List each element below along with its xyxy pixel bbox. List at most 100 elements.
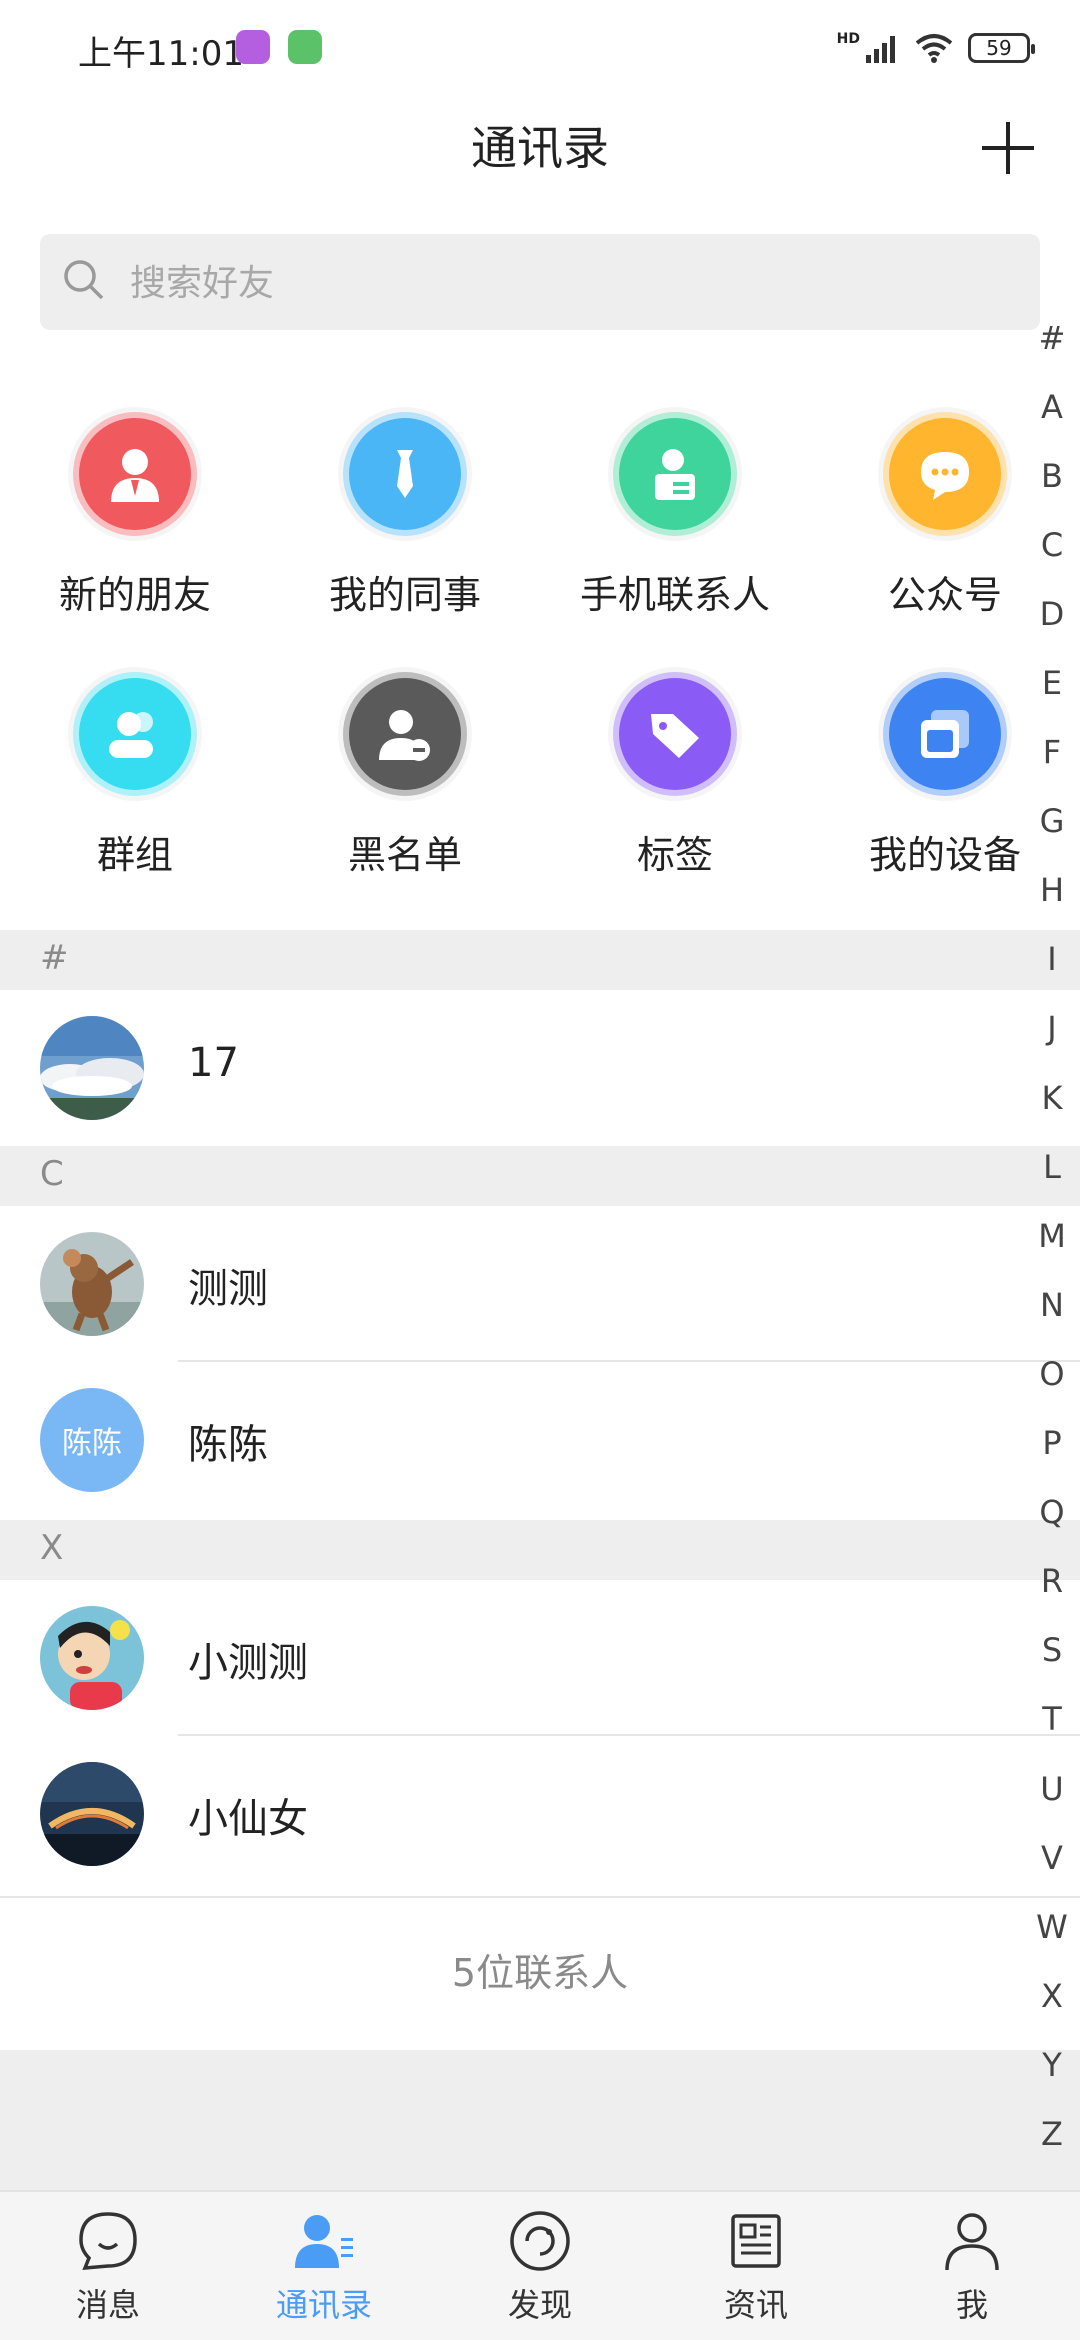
index-letter[interactable]: T <box>1030 1685 1074 1754</box>
nav-contacts[interactable]: 通讯录 <box>216 2192 432 2340</box>
section-header: C <box>0 1146 1080 1206</box>
contact-name: 小仙女 <box>188 1796 308 1842</box>
index-letter[interactable]: U <box>1030 1754 1074 1823</box>
contact-count: 5位联系人 <box>451 1951 629 1995</box>
colleague-icon <box>343 412 467 536</box>
nav-label: 消息 <box>75 2286 140 2324</box>
contact-row[interactable]: 小仙女 <box>0 1736 1080 1892</box>
status-time: 上午11:01 <box>78 34 244 74</box>
battery-level: 59 <box>986 36 1012 60</box>
hd-label: HD <box>836 31 860 47</box>
nav-discover[interactable]: 发现 <box>432 2192 648 2340</box>
index-letter[interactable]: I <box>1030 925 1074 994</box>
feature-label: 公众号 <box>887 573 1002 617</box>
nav-label: 发现 <box>507 2286 572 2324</box>
new-friends-entry[interactable]: 新的朋友 <box>0 412 270 652</box>
wifi-icon <box>915 34 953 63</box>
feature-label: 黑名单 <box>347 833 462 877</box>
feature-label: 标签 <box>636 833 713 877</box>
contact-name: 测测 <box>188 1266 268 1312</box>
contact-name: 小测测 <box>188 1640 308 1686</box>
avatar <box>40 1606 144 1710</box>
contact-row[interactable]: 小测测 <box>0 1580 1080 1736</box>
index-letter[interactable]: V <box>1030 1823 1074 1892</box>
signal-icon <box>866 36 895 63</box>
avatar <box>40 1016 144 1120</box>
section-letter: C <box>40 1154 64 1194</box>
android-notification-icon <box>288 30 322 64</box>
tags-entry[interactable]: 标签 <box>540 672 810 912</box>
nav-news[interactable]: 资讯 <box>648 2192 864 2340</box>
index-letter[interactable]: K <box>1030 1063 1074 1132</box>
index-letter[interactable]: W <box>1030 1892 1074 1961</box>
index-letter[interactable]: N <box>1030 1270 1074 1339</box>
nav-messages[interactable]: 消息 <box>0 2192 216 2340</box>
index-letter[interactable]: S <box>1030 1616 1074 1685</box>
index-letter[interactable]: Q <box>1030 1478 1074 1547</box>
nav-label: 通讯录 <box>275 2286 372 2324</box>
index-letter[interactable]: X <box>1030 1961 1074 2030</box>
avatar <box>40 1232 144 1336</box>
index-letter[interactable]: D <box>1030 579 1074 648</box>
add-contact-button[interactable] <box>980 120 1036 176</box>
index-letter[interactable]: O <box>1030 1339 1074 1408</box>
index-letter[interactable]: J <box>1030 994 1074 1063</box>
status-bar: 上午11:01 HD 59 <box>0 0 1080 90</box>
new-friend-icon <box>73 412 197 536</box>
search-input[interactable] <box>128 234 932 332</box>
section-letter: # <box>40 938 69 978</box>
index-letter[interactable]: R <box>1030 1547 1074 1616</box>
status-indicators: HD 59 <box>836 28 1035 68</box>
colleagues-entry[interactable]: 我的同事 <box>270 412 540 652</box>
nav-me[interactable]: 我 <box>864 2192 1080 2340</box>
index-letter[interactable]: L <box>1030 1132 1074 1201</box>
official-account-icon <box>883 412 1007 536</box>
battery-icon: 59 <box>968 33 1035 63</box>
index-letter[interactable]: E <box>1030 648 1074 717</box>
index-letter[interactable]: Y <box>1030 2030 1074 2099</box>
index-letter[interactable]: G <box>1030 787 1074 856</box>
avatar: 陈陈 <box>40 1388 144 1492</box>
device-icon <box>883 672 1007 796</box>
alphabet-index-bar[interactable]: # A B C D E F G H I J K L M N O P Q R S … <box>1030 303 1074 2169</box>
section-header: # <box>0 930 1080 990</box>
contacts-icon <box>295 2215 353 2268</box>
feature-label: 我的设备 <box>868 833 1021 877</box>
phone-contacts-icon <box>613 412 737 536</box>
nav-label: 资讯 <box>723 2286 788 2324</box>
tag-icon <box>613 672 737 796</box>
index-letter[interactable]: M <box>1030 1201 1074 1270</box>
index-letter[interactable]: # <box>1030 303 1074 372</box>
page-title: 通讯录 <box>471 121 609 175</box>
index-letter[interactable]: F <box>1030 718 1074 787</box>
index-letter[interactable]: C <box>1030 510 1074 579</box>
blacklist-icon <box>343 672 467 796</box>
blacklist-entry[interactable]: 黑名单 <box>270 672 540 912</box>
avatar <box>40 1762 144 1866</box>
chat-bubble-icon <box>79 2212 137 2270</box>
contact-row[interactable]: 陈陈 陈陈 <box>0 1362 1080 1518</box>
section-letter: X <box>40 1528 64 1568</box>
notification-app-icon <box>236 30 270 64</box>
bottom-nav: 消息 通讯录 发现 资讯 我 <box>0 2190 1080 2340</box>
index-letter[interactable]: H <box>1030 856 1074 925</box>
feature-label: 我的同事 <box>328 573 481 617</box>
search-bar[interactable] <box>40 234 1040 332</box>
feature-label: 群组 <box>96 833 173 877</box>
index-letter[interactable]: Z <box>1030 2099 1074 2168</box>
contact-row[interactable]: 17 <box>0 990 1080 1146</box>
empty-area <box>0 2050 1080 2190</box>
index-letter[interactable]: B <box>1030 441 1074 510</box>
section-header: X <box>0 1520 1080 1580</box>
feature-label: 手机联系人 <box>579 573 770 617</box>
contact-name: 17 <box>188 1040 239 1086</box>
discover-icon <box>510 2211 570 2271</box>
index-letter[interactable]: P <box>1030 1409 1074 1478</box>
nav-label: 我 <box>955 2286 988 2324</box>
plus-icon <box>982 122 1034 174</box>
groups-entry[interactable]: 群组 <box>0 672 270 912</box>
index-letter[interactable]: A <box>1030 372 1074 441</box>
profile-icon <box>945 2213 999 2271</box>
contact-row[interactable]: 测测 <box>0 1206 1080 1362</box>
phone-contacts-entry[interactable]: 手机联系人 <box>540 412 810 652</box>
